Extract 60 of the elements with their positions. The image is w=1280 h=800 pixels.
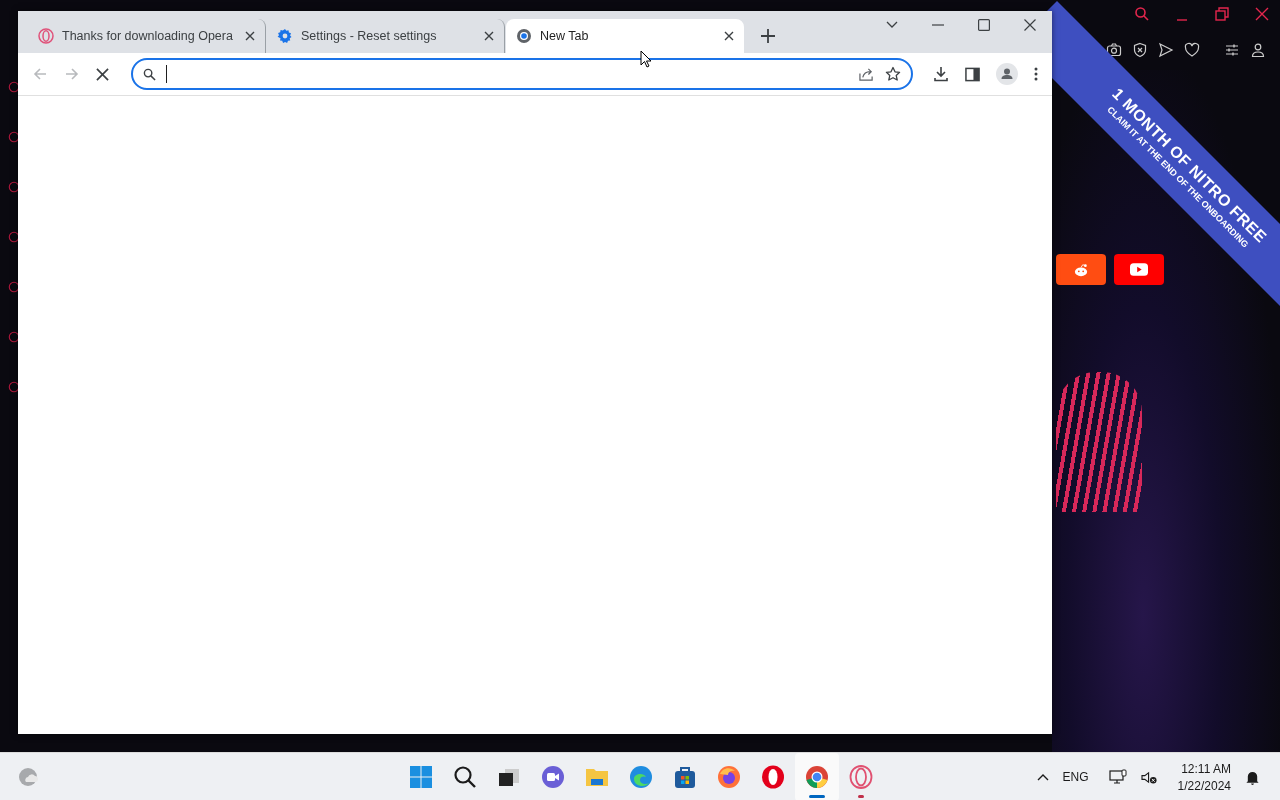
speed-dial-tile[interactable]	[1114, 254, 1164, 285]
sidebar-icon[interactable]	[8, 130, 20, 144]
search-icon	[143, 67, 156, 81]
fox-globe-icon	[717, 765, 741, 789]
search-icon	[453, 765, 477, 789]
network-monitor-icon[interactable]	[1108, 769, 1127, 785]
browser-tab[interactable]: New Tab	[506, 19, 744, 53]
notification-bell-icon[interactable]	[1245, 769, 1260, 785]
windows-logo-icon	[409, 765, 433, 789]
speed-dial-tile[interactable]	[1056, 254, 1106, 285]
camera-icon[interactable]	[1106, 42, 1122, 58]
profile-avatar-icon[interactable]	[996, 63, 1018, 85]
browser-tab[interactable]: Settings - Reset settings	[267, 19, 505, 53]
close-icon[interactable]	[245, 31, 255, 41]
share-icon[interactable]	[858, 66, 875, 82]
sidebar-icon[interactable]	[8, 380, 20, 394]
star-icon[interactable]	[885, 66, 901, 82]
mouse-cursor-icon	[640, 50, 652, 68]
close-icon[interactable]	[1254, 6, 1270, 22]
sidebar-icon[interactable]	[8, 330, 20, 344]
wave-logo-icon	[629, 765, 653, 789]
shopping-bag-icon	[673, 765, 697, 789]
address-bar[interactable]	[131, 58, 913, 90]
browser-logo-icon	[516, 28, 532, 44]
sidebar-icon[interactable]	[8, 280, 20, 294]
gear-icon	[277, 28, 293, 44]
shield-x-icon[interactable]	[1132, 42, 1148, 58]
clock-date: 1/22/2024	[1177, 778, 1231, 793]
side-panel-icon[interactable]	[965, 66, 980, 82]
clock-time: 12:11 AM	[1181, 761, 1231, 776]
play-icon	[1130, 263, 1148, 276]
o-logo-icon	[761, 765, 785, 789]
browser-logo-icon	[805, 765, 829, 789]
sliders-icon[interactable]	[1224, 42, 1240, 58]
muted-speaker-icon[interactable]	[1140, 769, 1158, 785]
alien-icon	[1072, 262, 1090, 277]
new-tab-icon[interactable]	[761, 29, 775, 43]
close-icon[interactable]	[484, 31, 494, 41]
person-icon[interactable]	[1250, 42, 1266, 58]
sidebar-icon[interactable]	[8, 80, 20, 94]
search-icon[interactable]	[1134, 6, 1150, 22]
opera-logo-icon	[38, 28, 54, 44]
sidebar-icon[interactable]	[8, 180, 20, 194]
heart-icon[interactable]	[1184, 42, 1200, 58]
video-chat-icon	[541, 765, 565, 789]
stop-icon[interactable]	[96, 67, 109, 81]
chevron-down-icon[interactable]	[886, 21, 898, 29]
send-icon[interactable]	[1158, 42, 1174, 58]
o-ring-logo-icon	[849, 765, 873, 789]
chevron-up-icon[interactable]	[1036, 773, 1049, 781]
browser-tab[interactable]: Thanks for downloading Opera	[28, 19, 266, 53]
download-icon[interactable]	[933, 66, 949, 82]
clock[interactable]: 12:11 AM 1/22/2024	[1177, 761, 1231, 793]
sidebar-icon[interactable]	[8, 230, 20, 244]
close-icon[interactable]	[1024, 19, 1036, 31]
more-menu-icon[interactable]	[1034, 67, 1038, 81]
language-indicator[interactable]: ENG	[1062, 770, 1089, 784]
maximize-icon[interactable]	[978, 19, 990, 31]
restore-icon[interactable]	[1214, 6, 1230, 22]
close-icon[interactable]	[724, 31, 734, 41]
